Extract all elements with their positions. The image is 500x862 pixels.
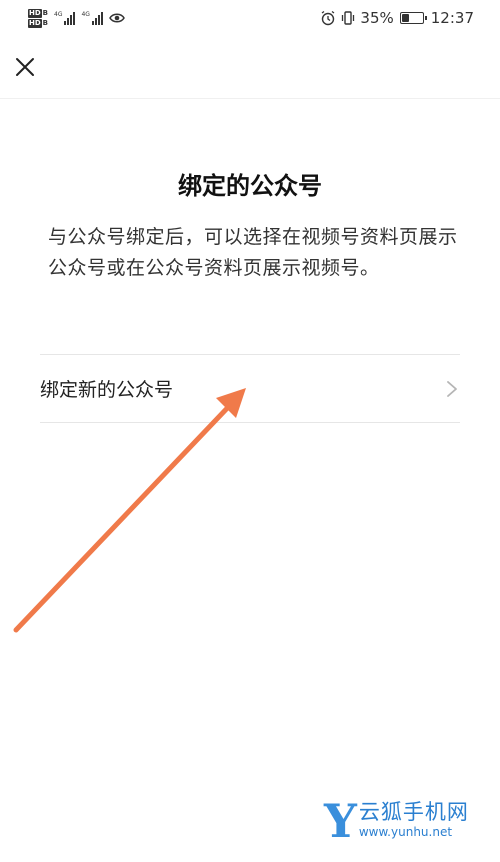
watermark-url: www.yunhu.net xyxy=(358,825,453,839)
annotation-arrow xyxy=(13,388,246,633)
close-icon[interactable] xyxy=(12,54,38,80)
page-title: 绑定的公众号 xyxy=(178,172,322,200)
close-button[interactable] xyxy=(12,54,38,80)
signal-icon: 4G xyxy=(54,11,76,25)
page-description: 与公众号绑定后，可以选择在视频号资料页展示公众号或在公众号资料页展示视频号。 xyxy=(48,226,458,279)
chevron-right-icon xyxy=(447,380,457,397)
status-time: 12:37 xyxy=(430,9,474,27)
battery-level xyxy=(401,14,410,22)
watermark-name: 云狐手机网 xyxy=(358,800,469,824)
vibrate-icon xyxy=(342,11,355,25)
battery-percent: 35% xyxy=(360,9,394,27)
status-left: HD B HD B 4G 4G xyxy=(28,8,125,28)
status-bar: HD B HD B 4G 4G 35% 12:37 xyxy=(0,0,500,36)
eye-icon xyxy=(109,13,125,23)
hd-badge: HD xyxy=(28,8,42,18)
battery-icon xyxy=(399,12,427,24)
watermark: Y 云狐手机网 www.yunhu.net xyxy=(324,794,469,848)
bind-new-official-account-row[interactable]: 绑定新的公众号 xyxy=(40,354,460,423)
header-divider xyxy=(0,98,500,99)
hd-badges: HD B HD B xyxy=(28,8,49,28)
bind-row-label: 绑定新的公众号 xyxy=(40,379,174,401)
watermark-logo: Y xyxy=(324,794,357,848)
status-right: 35% 12:37 xyxy=(320,9,474,27)
hd-badge: HD xyxy=(28,18,42,28)
signal-icon: 4G xyxy=(81,11,103,25)
alarm-icon xyxy=(322,10,335,26)
